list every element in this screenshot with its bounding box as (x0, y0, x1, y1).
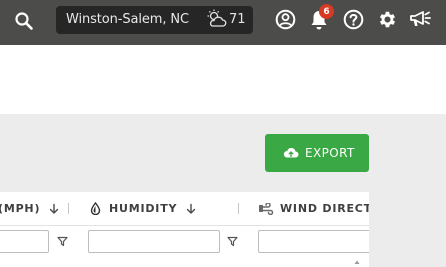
column-separator[interactable] (238, 203, 239, 214)
settings-button[interactable] (376, 8, 398, 30)
search-icon (15, 12, 33, 30)
page-header-area (0, 45, 446, 114)
column-header-wind-direction[interactable]: WIND DIRECTIO (259, 202, 387, 215)
export-button[interactable]: EXPORT (265, 134, 369, 172)
arrow-down-icon[interactable] (48, 203, 60, 215)
grid-side-gutter (369, 192, 446, 267)
partly-cloudy-icon (207, 9, 227, 27)
gear-icon (379, 11, 395, 27)
filter-input-wind-direction[interactable] (258, 230, 378, 253)
arrow-down-icon[interactable] (185, 203, 197, 215)
droplet-icon (90, 202, 101, 215)
top-navigation-bar: Winston-Salem, NC 71 6 (0, 0, 446, 45)
column-label: HUMIDITY (109, 202, 178, 215)
scroll-up-arrow-icon[interactable] (354, 259, 360, 265)
cloud-upload-icon (283, 148, 299, 158)
horizontal-scrollbar[interactable] (0, 257, 369, 267)
wind-icon (259, 202, 274, 215)
temperature-value: 71 (229, 11, 246, 27)
column-header-humidity[interactable]: HUMIDITY (90, 202, 197, 215)
notification-count-badge: 6 (319, 4, 334, 19)
megaphone-icon (410, 11, 431, 26)
column-label: (MPH) (0, 202, 41, 215)
search-button[interactable] (13, 10, 35, 32)
filter-icon[interactable] (57, 236, 68, 247)
announcements-button[interactable] (408, 8, 434, 30)
filter-input-humidity[interactable] (88, 230, 220, 253)
column-separator[interactable] (68, 203, 69, 214)
location-text: Winston-Salem, NC (66, 12, 190, 27)
user-icon (275, 9, 295, 29)
column-header-wind-speed[interactable]: (MPH) (0, 202, 60, 215)
profile-button[interactable] (274, 8, 296, 30)
help-button[interactable] (342, 8, 364, 30)
help-icon (343, 9, 363, 29)
filter-input-wind-speed[interactable] (0, 230, 49, 253)
weather-widget: 71 (206, 9, 246, 29)
location-selector[interactable]: Winston-Salem, NC 71 (56, 6, 253, 34)
header-divider (0, 225, 369, 226)
weather-data-grid: (MPH) HUMIDITY WIND DIRECTIO (0, 192, 386, 267)
filter-icon[interactable] (227, 236, 238, 247)
export-label: EXPORT (305, 146, 355, 160)
